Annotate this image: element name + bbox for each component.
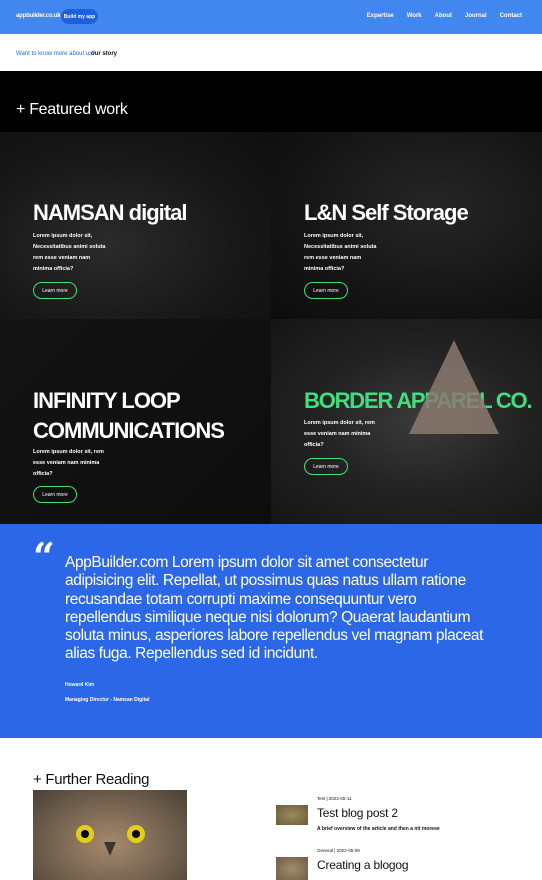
breadcrumb: Want to know more about us? our story <box>0 34 542 71</box>
learn-more-button[interactable]: Learn more <box>304 282 348 299</box>
testimonial-quote: AppBuilder.com Lorem ipsum dolor sit ame… <box>65 554 484 663</box>
tile-description: Lorem ipsum dolor sit, Necessitatibus an… <box>304 233 377 272</box>
further-reading-section: + Further Reading Test | 2022-05-11 Test… <box>0 738 542 880</box>
post-description: A brief overview of the article and then… <box>317 826 440 832</box>
featured-tile-namsan[interactable]: NAMSAN digital Lorem ipsum dolor sit, Ne… <box>0 132 271 319</box>
nav-journal[interactable]: Journal <box>465 13 487 19</box>
learn-more-button[interactable]: Learn more <box>304 458 348 475</box>
featured-title: + Featured work <box>16 101 128 118</box>
tile-description: Lorem ipsum dolor sit, rem esse veniam n… <box>304 420 375 448</box>
tile-title: INFINITY LOOP COMMUNICATIONS <box>33 388 225 443</box>
tile-description: Lorem ipsum dolor sit, rem esse veniam n… <box>33 449 104 477</box>
testimonial-role: Managing Director - Namsan Digital <box>65 697 150 703</box>
owl-eye-right <box>127 825 145 843</box>
tile-description: Lorem ipsum dolor sit, Necessitatibus an… <box>33 233 106 272</box>
post-title[interactable]: Creating a blogog <box>317 858 409 872</box>
post-meta: Test | 2022-05-11 <box>317 796 352 801</box>
testimonial-name: Howard Kim <box>65 682 95 688</box>
nav-contact[interactable]: Contact <box>500 13 522 19</box>
learn-more-button[interactable]: Learn more <box>33 282 77 299</box>
further-reading-title: + Further Reading <box>33 771 150 788</box>
blog-post-item[interactable]: Test | 2022-05-11 Test blog post 2 A bri… <box>276 796 516 836</box>
featured-tile-border-apparel[interactable]: BORDER APPAREL CO. Lorem ipsum dolor sit… <box>271 319 542 524</box>
nav-work[interactable]: Work <box>407 13 422 19</box>
blog-post-item[interactable]: General | 2022-05-09 Creating a blogog <box>276 848 516 880</box>
nav-about[interactable]: About <box>435 13 452 19</box>
post-meta: General | 2022-05-09 <box>317 848 360 853</box>
breadcrumb-current: our story <box>91 51 118 57</box>
tile-title: NAMSAN digital <box>33 200 187 225</box>
tile-title: L&N Self Storage <box>304 200 469 225</box>
site-header: appbuilder.co.uk Build my app Expertise … <box>0 0 542 34</box>
post-thumbnail <box>276 857 308 880</box>
testimonial-section: “ AppBuilder.com Lorem ipsum dolor sit a… <box>0 524 542 738</box>
featured-tile-infinity-loop[interactable]: INFINITY LOOP COMMUNICATIONS Lorem ipsum… <box>0 319 271 524</box>
learn-more-button[interactable]: Learn more <box>33 486 77 503</box>
build-my-app-button[interactable]: Build my app <box>61 9 98 24</box>
main-nav: Expertise Work About Journal Contact <box>367 13 522 19</box>
featured-tile-ln-storage[interactable]: L&N Self Storage Lorem ipsum dolor sit, … <box>271 132 542 319</box>
site-logo[interactable]: appbuilder.co.uk <box>16 13 61 19</box>
post-thumbnail <box>276 805 308 825</box>
owl-eye-left <box>76 825 94 843</box>
breadcrumb-link[interactable]: Want to know more about us? <box>16 51 96 57</box>
owl-beak <box>104 842 116 856</box>
owl-image[interactable] <box>33 790 187 880</box>
post-title[interactable]: Test blog post 2 <box>317 806 398 820</box>
brand-triangle-image <box>409 340 499 434</box>
quote-icon: “ <box>33 534 55 579</box>
nav-expertise[interactable]: Expertise <box>367 13 394 19</box>
featured-section-header: + Featured work <box>0 71 542 132</box>
